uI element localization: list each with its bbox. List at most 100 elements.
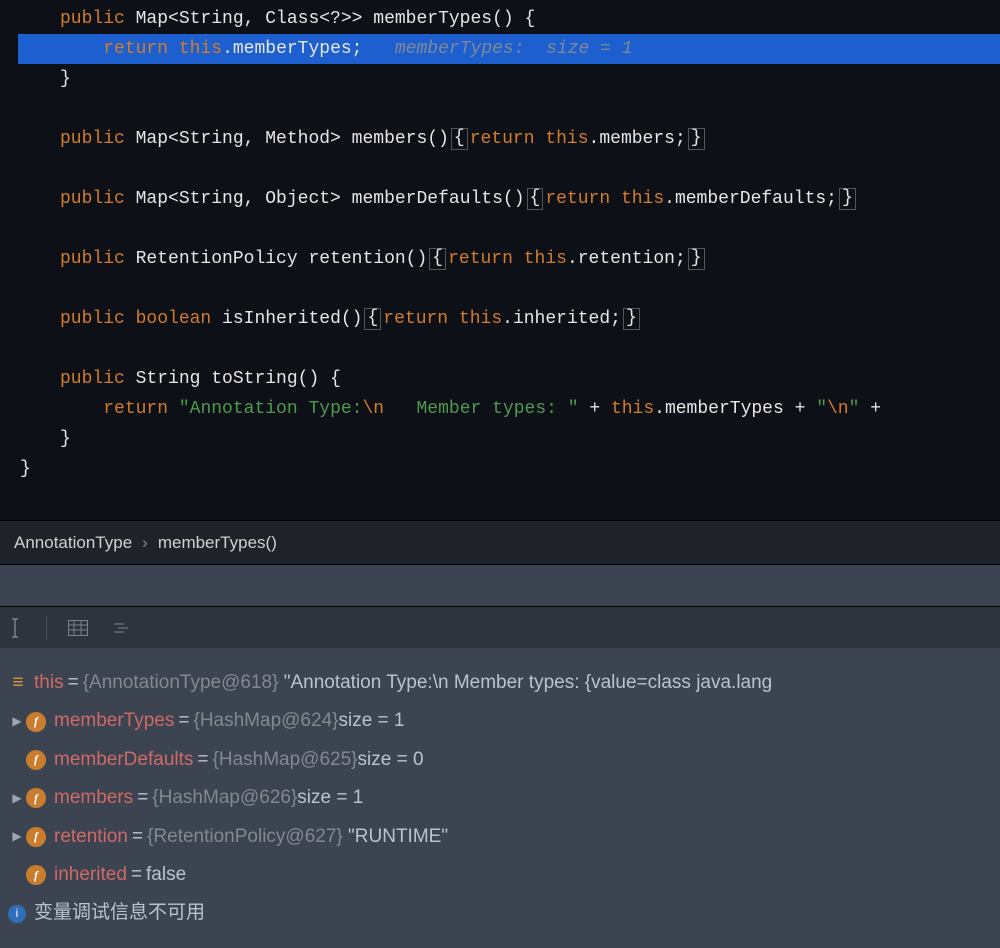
- fold-marker-open[interactable]: {: [429, 248, 446, 270]
- variable-name: retention: [54, 822, 128, 852]
- info-icon: i: [8, 905, 26, 923]
- type: RetentionPolicy: [136, 246, 309, 273]
- code-line[interactable]: }: [0, 64, 1000, 94]
- keyword-this: this: [524, 246, 567, 273]
- equals: =: [131, 860, 142, 890]
- brace: }: [20, 456, 31, 483]
- identifier: .retention;: [567, 246, 686, 273]
- code-line-blank[interactable]: [0, 94, 1000, 124]
- code-line-blank[interactable]: [0, 214, 1000, 244]
- variable-object-ref: {HashMap@624}: [193, 706, 338, 736]
- debug-toolbar: [0, 606, 1000, 648]
- debug-variables-panel[interactable]: ≡ this = {AnnotationType@618} "Annotatio…: [0, 648, 1000, 948]
- variable-value: false: [146, 860, 186, 890]
- keyword: return: [103, 396, 179, 423]
- variable-row[interactable]: ▶ f members = {HashMap@626} size = 1: [8, 779, 992, 817]
- fold-marker-open[interactable]: {: [451, 128, 468, 150]
- keyword: public: [60, 6, 136, 33]
- code-line[interactable]: public Map<String, Class<?>> memberTypes…: [0, 4, 1000, 34]
- type: Map<String, Method>: [136, 126, 352, 153]
- code-line[interactable]: public boolean isInherited(){return this…: [0, 304, 1000, 334]
- variable-value: size = 1: [338, 706, 404, 736]
- breadcrumb-class[interactable]: AnnotationType: [14, 530, 132, 556]
- code-line[interactable]: }: [0, 454, 1000, 484]
- variable-value: "RUNTIME": [348, 822, 448, 852]
- keyword-this: this: [179, 36, 222, 63]
- string: Member types: ": [384, 396, 578, 423]
- fold-marker-open[interactable]: {: [364, 308, 381, 330]
- indent-guide: [60, 396, 103, 423]
- keyword: public: [60, 306, 136, 333]
- inline-hint: memberTypes: size = 1: [363, 36, 633, 63]
- variable-object-ref: {HashMap@626}: [152, 783, 297, 813]
- identifier: .inherited;: [502, 306, 621, 333]
- keyword: boolean: [136, 306, 222, 333]
- string: ": [816, 396, 827, 423]
- code-line[interactable]: public Map<String, Method> members(){ret…: [0, 124, 1000, 154]
- equals: =: [132, 822, 143, 852]
- keyword: return: [545, 186, 621, 213]
- variable-row[interactable]: ▶ f retention = {RetentionPolicy@627} "R…: [8, 818, 992, 856]
- variable-row[interactable]: ▶ f memberTypes = {HashMap@624} size = 1: [8, 702, 992, 740]
- keyword: public: [60, 126, 136, 153]
- expand-arrow-icon[interactable]: ▶: [8, 789, 26, 808]
- escape: \n: [362, 396, 384, 423]
- brace: }: [60, 426, 71, 453]
- escape: \n: [827, 396, 849, 423]
- variable-info-row: i 变量调试信息不可用: [8, 894, 992, 932]
- code-line-blank[interactable]: [0, 274, 1000, 304]
- code-line[interactable]: return "Annotation Type:\n Member types:…: [0, 394, 1000, 424]
- equals: =: [137, 783, 148, 813]
- identifier: memberDefaults(): [352, 186, 525, 213]
- expand-arrow-icon[interactable]: ▶: [8, 827, 26, 846]
- brace: }: [60, 66, 71, 93]
- keyword-this: this: [459, 306, 502, 333]
- type: Map<String, Class<?>>: [136, 6, 374, 33]
- chevron-right-icon: ›: [142, 530, 148, 556]
- text-cursor-icon[interactable]: [2, 615, 28, 641]
- keyword: public: [60, 186, 136, 213]
- indent-guide: [60, 36, 103, 63]
- variable-object-ref: {AnnotationType@618}: [83, 668, 279, 698]
- code-line[interactable]: }: [0, 424, 1000, 454]
- keyword: public: [60, 366, 136, 393]
- variable-value: "Annotation Type:\n Member types: {value…: [284, 668, 773, 698]
- type: String: [136, 366, 212, 393]
- code-line[interactable]: public Map<String, Object> memberDefault…: [0, 184, 1000, 214]
- equals: =: [178, 706, 189, 736]
- settings-icon[interactable]: [109, 615, 135, 641]
- identifier: .members;: [589, 126, 686, 153]
- code-line-current[interactable]: return this.memberTypes; memberTypes: si…: [0, 34, 1000, 64]
- variable-row[interactable]: f memberDefaults = {HashMap@625} size = …: [8, 741, 992, 779]
- code-line-blank[interactable]: [0, 154, 1000, 184]
- breadcrumb-method[interactable]: memberTypes(): [158, 530, 277, 556]
- code-editor[interactable]: public Map<String, Class<?>> memberTypes…: [0, 0, 1000, 520]
- fold-marker-close[interactable]: }: [623, 308, 640, 330]
- variable-row[interactable]: f inherited = false: [8, 856, 992, 894]
- variable-name: memberDefaults: [54, 745, 193, 775]
- debug-panel-spacer: [0, 564, 1000, 606]
- toolbar-separator: [46, 616, 47, 640]
- fold-marker-close[interactable]: }: [839, 188, 856, 210]
- variable-name: inherited: [54, 860, 127, 890]
- variable-object-ref: {RetentionPolicy@627}: [147, 822, 343, 852]
- table-view-icon[interactable]: [65, 615, 91, 641]
- field-icon: f: [26, 865, 46, 885]
- code-line[interactable]: public RetentionPolicy retention(){retur…: [0, 244, 1000, 274]
- equals: =: [197, 745, 208, 775]
- code-line[interactable]: public String toString() {: [0, 364, 1000, 394]
- fold-marker-close[interactable]: }: [688, 248, 705, 270]
- variable-row-this[interactable]: ≡ this = {AnnotationType@618} "Annotatio…: [8, 664, 992, 702]
- identifier: isInherited(): [222, 306, 362, 333]
- field-icon: f: [26, 750, 46, 770]
- breadcrumb[interactable]: AnnotationType › memberTypes(): [0, 520, 1000, 564]
- fold-marker-open[interactable]: {: [527, 188, 544, 210]
- identifier: .memberTypes +: [654, 396, 816, 423]
- fold-marker-close[interactable]: }: [688, 128, 705, 150]
- code-line-blank[interactable]: [0, 334, 1000, 364]
- expand-arrow-icon[interactable]: ▶: [8, 712, 26, 731]
- keyword: return: [103, 36, 179, 63]
- keyword: return: [470, 126, 546, 153]
- brace: {: [525, 6, 536, 33]
- variable-value: size = 0: [358, 745, 424, 775]
